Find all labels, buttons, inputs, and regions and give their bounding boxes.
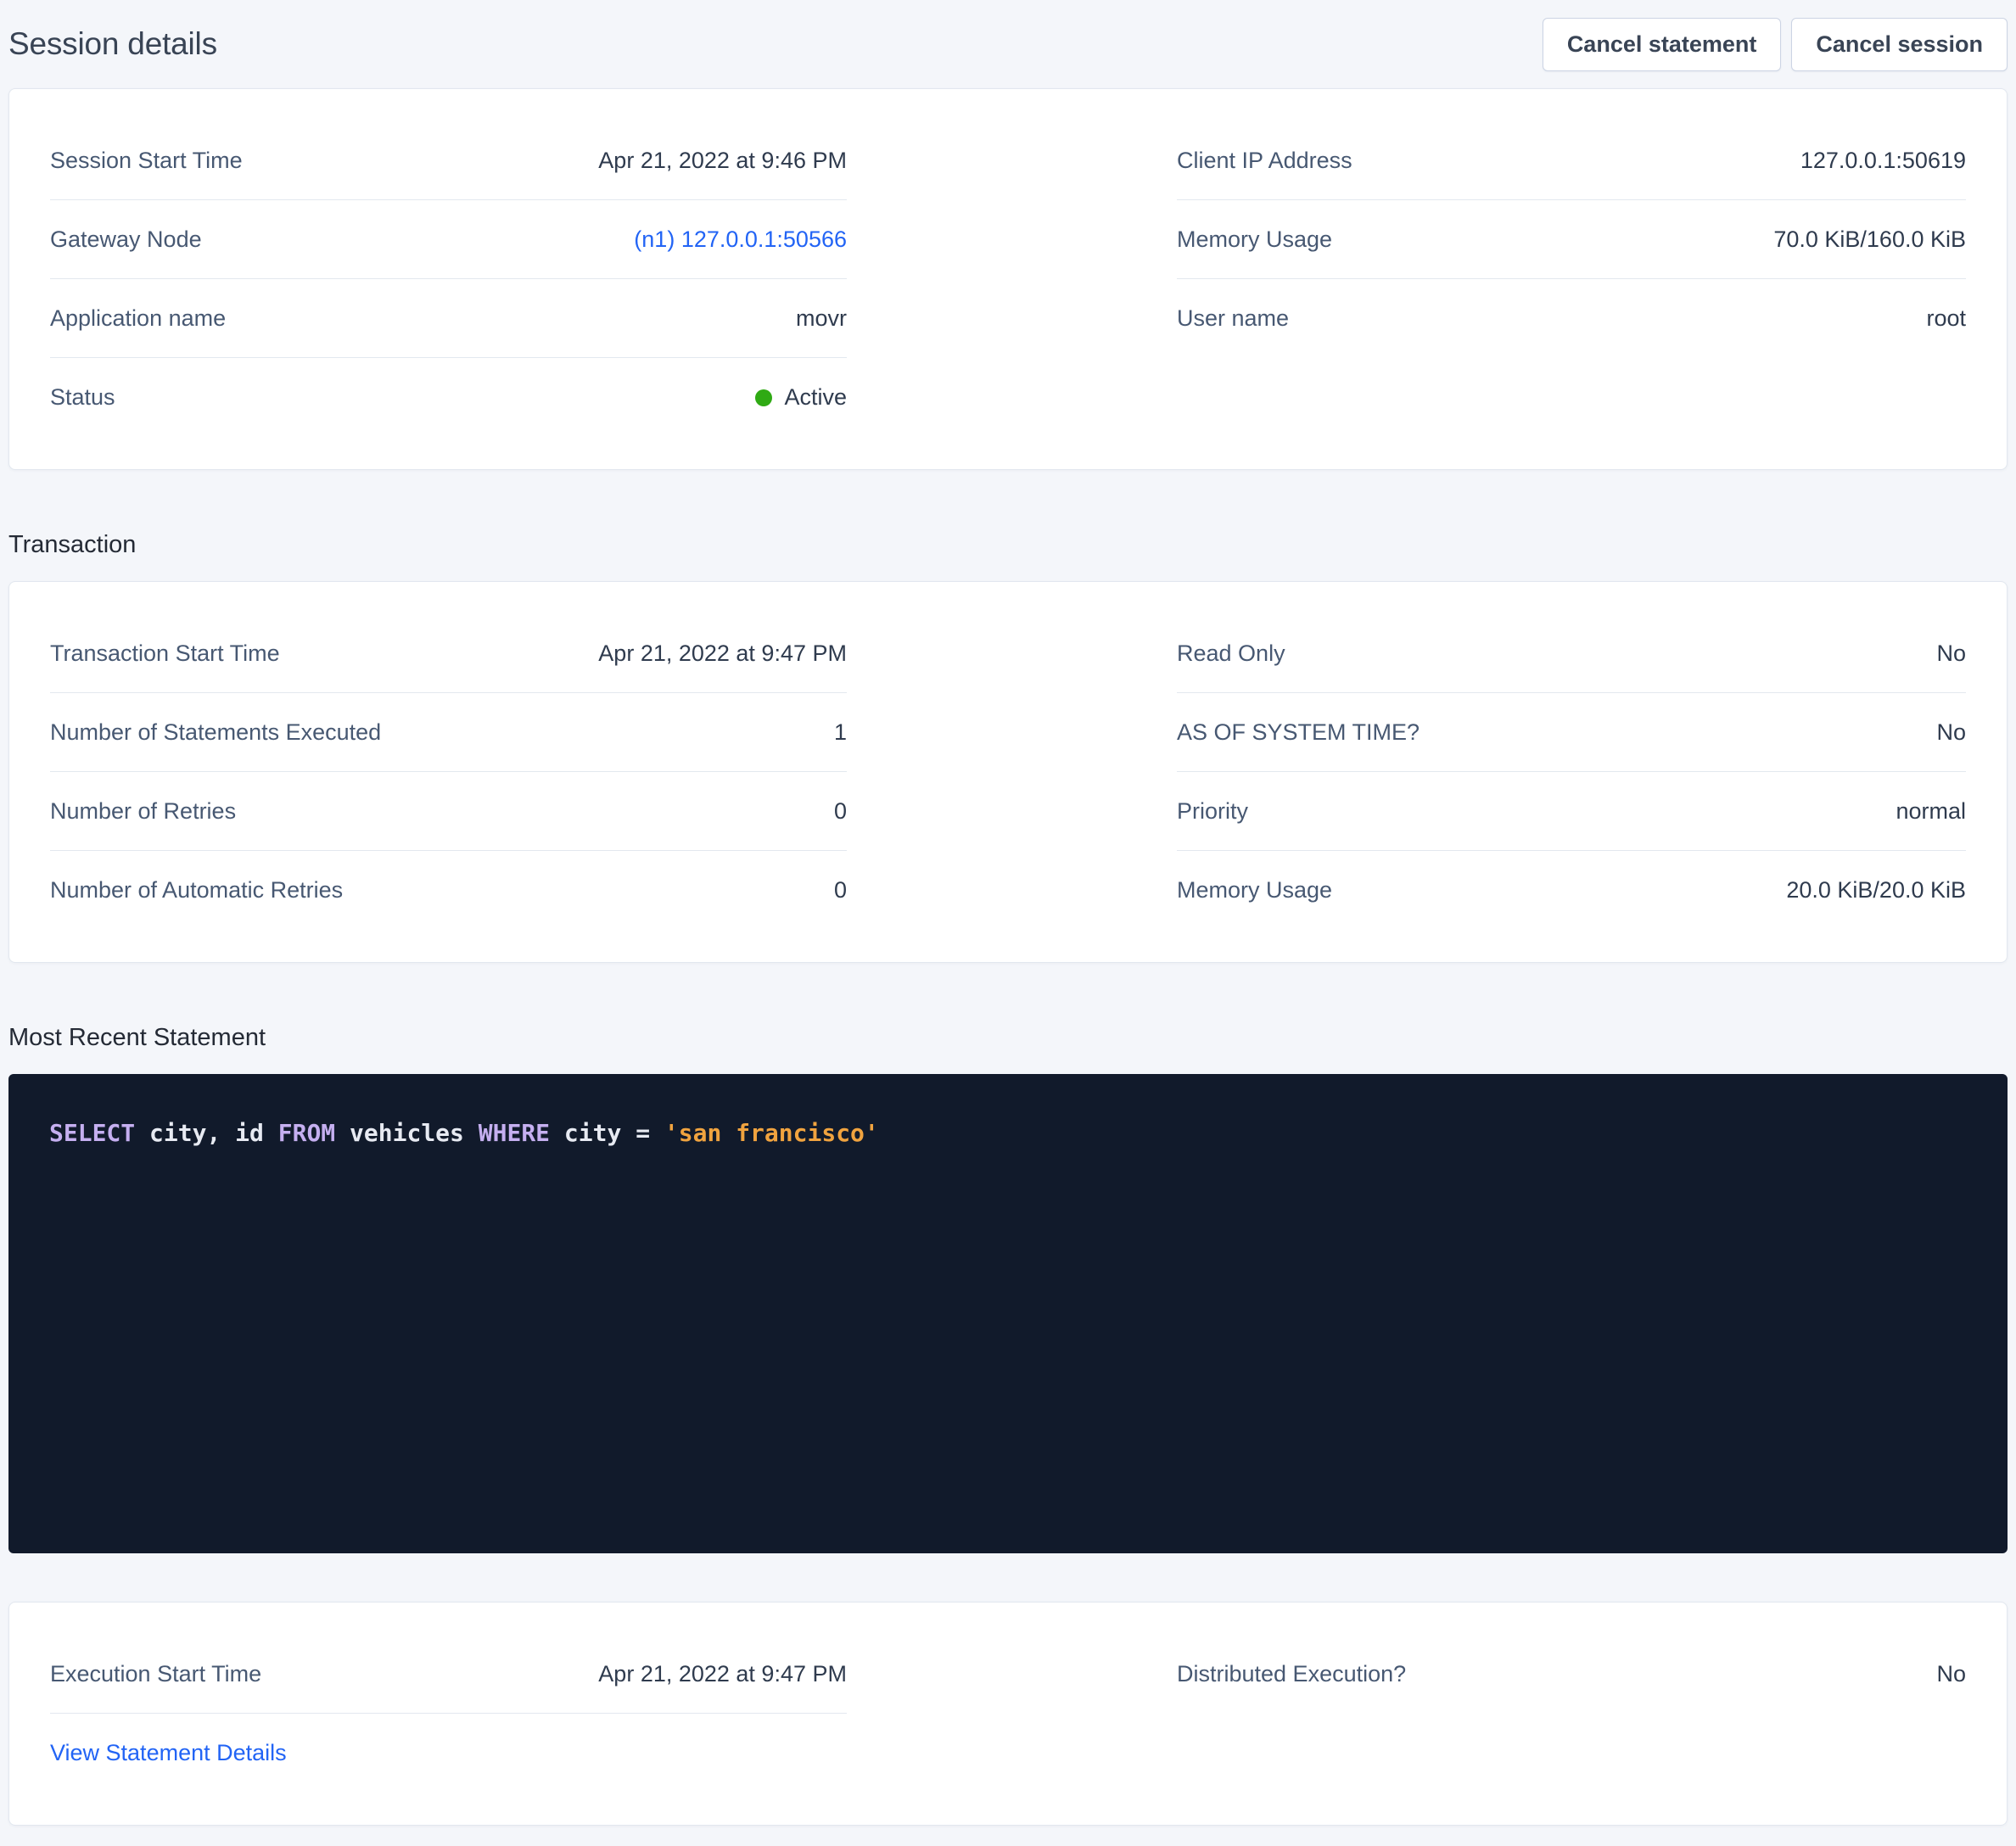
session-start-time-row: Session Start Time Apr 21, 2022 at 9:46 … xyxy=(50,121,847,200)
page-title: Session details xyxy=(8,26,217,62)
retries-value: 0 xyxy=(834,798,847,825)
status-row: Status Active xyxy=(50,358,847,437)
session-start-time-label: Session Start Time xyxy=(50,148,243,174)
session-summary-card: Session Start Time Apr 21, 2022 at 9:46 … xyxy=(8,88,2008,470)
sql-string-literal: 'san francisco' xyxy=(664,1119,879,1147)
automatic-retries-label: Number of Automatic Retries xyxy=(50,877,343,903)
statements-executed-label: Number of Statements Executed xyxy=(50,719,381,746)
client-ip-row: Client IP Address 127.0.0.1:50619 xyxy=(1177,121,1966,200)
execution-start-time-value: Apr 21, 2022 at 9:47 PM xyxy=(598,1661,847,1687)
transaction-section-heading: Transaction xyxy=(8,531,2008,559)
session-memory-usage-label: Memory Usage xyxy=(1177,227,1332,253)
automatic-retries-value: 0 xyxy=(834,877,847,903)
client-ip-label: Client IP Address xyxy=(1177,148,1352,174)
application-name-label: Application name xyxy=(50,305,226,332)
execution-card-left-column: Execution Start Time Apr 21, 2022 at 9:4… xyxy=(50,1635,847,1793)
gateway-node-label: Gateway Node xyxy=(50,227,202,253)
page-header: Session details Cancel statement Cancel … xyxy=(8,0,2008,88)
priority-label: Priority xyxy=(1177,798,1248,825)
sql-keyword-from: FROM xyxy=(278,1119,335,1147)
automatic-retries-row: Number of Automatic Retries 0 xyxy=(50,851,847,930)
execution-card: Execution Start Time Apr 21, 2022 at 9:4… xyxy=(8,1602,2008,1826)
session-details-page: Session details Cancel statement Cancel … xyxy=(0,0,2016,1846)
read-only-label: Read Only xyxy=(1177,641,1285,667)
sql-condition: city = xyxy=(550,1119,664,1147)
transaction-card-left-column: Transaction Start Time Apr 21, 2022 at 9… xyxy=(50,614,847,930)
distributed-execution-label: Distributed Execution? xyxy=(1177,1661,1406,1687)
execution-start-time-label: Execution Start Time xyxy=(50,1661,261,1687)
transaction-memory-usage-label: Memory Usage xyxy=(1177,877,1332,903)
transaction-card: Transaction Start Time Apr 21, 2022 at 9… xyxy=(8,581,2008,963)
user-name-value: root xyxy=(1926,305,1966,332)
session-card-left-column: Session Start Time Apr 21, 2022 at 9:46 … xyxy=(50,121,847,437)
view-statement-details-link[interactable]: View Statement Details xyxy=(50,1740,287,1766)
transaction-start-time-label: Transaction Start Time xyxy=(50,641,280,667)
session-card-right-column: Client IP Address 127.0.0.1:50619 Memory… xyxy=(1177,121,1966,358)
retries-label: Number of Retries xyxy=(50,798,236,825)
distributed-execution-row: Distributed Execution? No xyxy=(1177,1635,1966,1714)
transaction-start-time-value: Apr 21, 2022 at 9:47 PM xyxy=(598,641,847,667)
sql-columns: city, id xyxy=(135,1119,278,1147)
status-badge: Active xyxy=(784,384,847,411)
priority-value: normal xyxy=(1896,798,1966,825)
read-only-row: Read Only No xyxy=(1177,614,1966,693)
statements-executed-row: Number of Statements Executed 1 xyxy=(50,693,847,772)
transaction-start-time-row: Transaction Start Time Apr 21, 2022 at 9… xyxy=(50,614,847,693)
sql-statement-block: SELECT city, id FROM vehicles WHERE city… xyxy=(8,1074,2008,1553)
status-value: Active xyxy=(755,384,847,411)
priority-row: Priority normal xyxy=(1177,772,1966,851)
session-memory-usage-row: Memory Usage 70.0 KiB/160.0 KiB xyxy=(1177,200,1966,279)
as-of-system-time-value: No xyxy=(1936,719,1966,746)
transaction-memory-usage-row: Memory Usage 20.0 KiB/20.0 KiB xyxy=(1177,851,1966,930)
sql-table: vehicles xyxy=(335,1119,479,1147)
read-only-value: No xyxy=(1936,641,1966,667)
user-name-row: User name root xyxy=(1177,279,1966,358)
session-memory-usage-value: 70.0 KiB/160.0 KiB xyxy=(1773,227,1966,253)
sql-keyword-where: WHERE xyxy=(479,1119,550,1147)
cancel-session-button[interactable]: Cancel session xyxy=(1791,18,2008,71)
application-name-value: movr xyxy=(796,305,847,332)
execution-card-right-column: Distributed Execution? No xyxy=(1177,1635,1966,1714)
view-statement-details-row: View Statement Details xyxy=(50,1714,847,1793)
status-label: Status xyxy=(50,384,115,411)
statements-executed-value: 1 xyxy=(834,719,847,746)
status-active-dot-icon xyxy=(755,389,772,406)
user-name-label: User name xyxy=(1177,305,1289,332)
cancel-statement-button[interactable]: Cancel statement xyxy=(1543,18,1782,71)
application-name-row: Application name movr xyxy=(50,279,847,358)
retries-row: Number of Retries 0 xyxy=(50,772,847,851)
transaction-card-right-column: Read Only No AS OF SYSTEM TIME? No Prior… xyxy=(1177,614,1966,930)
most-recent-statement-heading: Most Recent Statement xyxy=(8,1024,2008,1052)
sql-keyword-select: SELECT xyxy=(49,1119,135,1147)
distributed-execution-value: No xyxy=(1936,1661,1966,1687)
as-of-system-time-label: AS OF SYSTEM TIME? xyxy=(1177,719,1420,746)
as-of-system-time-row: AS OF SYSTEM TIME? No xyxy=(1177,693,1966,772)
header-actions: Cancel statement Cancel session xyxy=(1543,18,2008,71)
gateway-node-link[interactable]: (n1) 127.0.0.1:50566 xyxy=(634,227,847,253)
client-ip-value: 127.0.0.1:50619 xyxy=(1800,148,1966,174)
transaction-memory-usage-value: 20.0 KiB/20.0 KiB xyxy=(1786,877,1966,903)
execution-start-time-row: Execution Start Time Apr 21, 2022 at 9:4… xyxy=(50,1635,847,1714)
gateway-node-row: Gateway Node (n1) 127.0.0.1:50566 xyxy=(50,200,847,279)
session-start-time-value: Apr 21, 2022 at 9:46 PM xyxy=(598,148,847,174)
